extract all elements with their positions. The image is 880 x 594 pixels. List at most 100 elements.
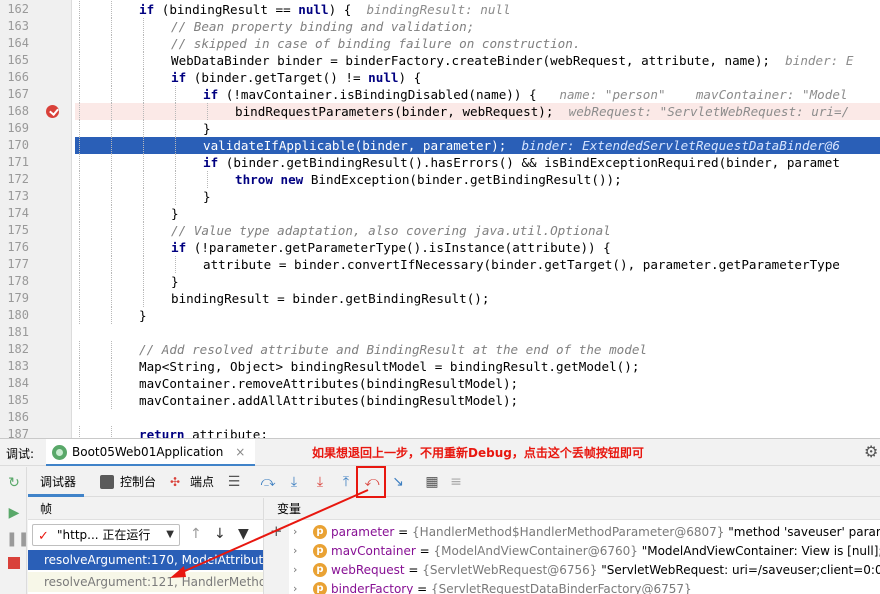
indent-guide bbox=[143, 69, 144, 86]
code-line[interactable]: 179 bindingResult = binder.getBindingResu… bbox=[0, 290, 880, 307]
code-token: } bbox=[139, 308, 147, 323]
code-line[interactable]: 182 // Add resolved attribute and Binding… bbox=[0, 341, 880, 358]
variable-text: webRequest = {ServletWebRequest@6756} "S… bbox=[331, 560, 880, 580]
trace-icon[interactable]: ≡ bbox=[448, 474, 464, 490]
thread-select[interactable]: ✓ "http... 正在运行 ▼ bbox=[32, 524, 180, 546]
indent-guide bbox=[111, 358, 112, 375]
breakpoint-icon[interactable] bbox=[46, 105, 59, 118]
code-line[interactable]: 183 Map<String, Object> bindingResultMode… bbox=[0, 358, 880, 375]
inline-debug-value: binder: ExtendedServletRequestDataBinder… bbox=[521, 138, 840, 153]
variable-type: {ModelAndViewContainer@6760} bbox=[433, 544, 638, 558]
code-line[interactable]: 165 WebDataBinder binder = binderFactory.… bbox=[0, 52, 880, 69]
code-line[interactable]: 175 // Value type adaptation, also coveri… bbox=[0, 222, 880, 239]
code-text: Map<String, Object> bindingResultModel =… bbox=[139, 358, 639, 375]
tab-console-label: 控制台 bbox=[120, 475, 157, 489]
indent-guide bbox=[143, 86, 144, 103]
chevron-right-icon[interactable]: › bbox=[293, 579, 297, 594]
indent-guide bbox=[143, 239, 144, 256]
inline-debug-value: bindingResult: null bbox=[366, 2, 511, 17]
step-out-icon[interactable]: ⤒ bbox=[338, 474, 354, 490]
frame-row[interactable]: resolveArgument:170, ModelAttribute bbox=[28, 550, 263, 570]
indent-guide bbox=[143, 35, 144, 52]
code-line[interactable]: 170 validateIfApplicable(binder, paramete… bbox=[0, 137, 880, 154]
code-token: null bbox=[368, 70, 399, 85]
tab-debugger[interactable]: 调试器 bbox=[28, 467, 84, 497]
code-line[interactable]: 172 throw new BindException(binder.getBin… bbox=[0, 171, 880, 188]
step-into-icon[interactable]: ⤓ bbox=[286, 474, 302, 490]
run-to-cursor-icon[interactable]: ↘ bbox=[390, 474, 406, 490]
indent-guide bbox=[175, 86, 176, 103]
indent-guide bbox=[79, 188, 80, 205]
step-over-icon[interactable]: ⤼ bbox=[260, 474, 276, 490]
indent-guide bbox=[79, 86, 80, 103]
code-line[interactable]: 163 // Bean property binding and validati… bbox=[0, 18, 880, 35]
code-text: } bbox=[203, 120, 211, 137]
code-token: if bbox=[171, 240, 187, 255]
filter-icon[interactable]: ▼ bbox=[238, 526, 249, 542]
code-line[interactable]: 168 bindRequestParameters(binder, webRequ… bbox=[0, 103, 880, 120]
resume-icon[interactable]: ▶ bbox=[6, 505, 22, 521]
stop-icon[interactable] bbox=[8, 557, 20, 569]
variable-row[interactable]: › p parameter = {HandlerMethod$HandlerMeth… bbox=[293, 522, 880, 542]
chevron-right-icon[interactable]: › bbox=[293, 541, 297, 561]
code-line[interactable]: 185 mavContainer.addAllAttributes(binding… bbox=[0, 392, 880, 409]
code-line[interactable]: 167 if (!mavContainer.isBindingDisabled(n… bbox=[0, 86, 880, 103]
indent-guide bbox=[111, 273, 112, 290]
code-token: attribute; bbox=[184, 427, 268, 438]
evaluate-icon[interactable]: ▦ bbox=[424, 474, 440, 490]
code-text: bindRequestParameters(binder, webRequest… bbox=[235, 103, 849, 120]
indent-guide bbox=[111, 256, 112, 273]
code-token: // Bean property binding and validation; bbox=[171, 19, 475, 34]
rerun-icon[interactable]: ↻ bbox=[6, 475, 22, 491]
code-line[interactable]: 176 if (!parameter.getParameterType().isI… bbox=[0, 239, 880, 256]
tab-endpoints[interactable]: ✣ 端点 bbox=[166, 467, 214, 497]
line-number: 172 bbox=[7, 172, 29, 186]
code-line[interactable]: 171 if (binder.getBindingResult().hasErro… bbox=[0, 154, 880, 171]
tab-console[interactable]: 控制台 bbox=[96, 467, 156, 497]
variable-eq: = bbox=[394, 525, 413, 539]
code-token: if bbox=[203, 155, 219, 170]
code-line[interactable]: 162 if (bindingResult == null) { bindingR… bbox=[0, 1, 880, 18]
menu-icon[interactable]: ☰ bbox=[226, 474, 242, 490]
code-line[interactable]: 173} bbox=[0, 188, 880, 205]
add-watch-icon[interactable]: + bbox=[270, 522, 283, 540]
inline-debug-value: name: "person" mavContainer: "Model bbox=[559, 87, 848, 102]
code-token: throw new bbox=[235, 172, 304, 187]
variables-header: 变量 bbox=[265, 498, 880, 520]
code-line[interactable]: 186 bbox=[0, 409, 880, 426]
line-number: 180 bbox=[7, 308, 29, 322]
code-token: Map<String, Object> bindingResultModel =… bbox=[139, 359, 640, 374]
close-icon[interactable]: × bbox=[235, 445, 245, 459]
frame-up-icon[interactable]: ↑ bbox=[190, 526, 202, 542]
code-line[interactable]: 184 mavContainer.removeAttributes(binding… bbox=[0, 375, 880, 392]
frame-down-icon[interactable]: ↓ bbox=[214, 526, 226, 542]
indent-guide bbox=[175, 256, 176, 273]
variable-row[interactable]: › p mavContainer = {ModelAndViewContainer@… bbox=[293, 541, 880, 561]
variable-row[interactable]: › p webRequest = {ServletWebRequest@6756} … bbox=[293, 560, 880, 580]
session-tab[interactable]: Boot05Web01Application × bbox=[46, 439, 256, 466]
indent-guide bbox=[111, 375, 112, 392]
code-line[interactable]: 178} bbox=[0, 273, 880, 290]
code-line[interactable]: 177 attribute = binder.convertIfNecessary… bbox=[0, 256, 880, 273]
indent-guide bbox=[143, 205, 144, 222]
code-line[interactable]: 166 if (binder.getTarget() != null) { bbox=[0, 69, 880, 86]
code-line[interactable]: 180} bbox=[0, 307, 880, 324]
frame-row[interactable]: resolveArgument:121, HandlerMethodA bbox=[28, 572, 263, 592]
code-line[interactable]: 174} bbox=[0, 205, 880, 222]
gear-icon[interactable]: ⚙ bbox=[864, 442, 878, 461]
code-editor[interactable]: 162 if (bindingResult == null) { bindingR… bbox=[0, 0, 880, 438]
indent-guide bbox=[143, 52, 144, 69]
variable-type: {ServletRequestDataBinderFactory@6757} bbox=[431, 582, 692, 594]
code-line[interactable]: 187 return attribute; bbox=[0, 426, 880, 438]
line-number: 177 bbox=[7, 257, 29, 271]
pause-icon[interactable]: ❚❚ bbox=[6, 531, 29, 547]
code-text: } bbox=[171, 205, 179, 222]
chevron-right-icon[interactable]: › bbox=[293, 522, 297, 542]
indent-guide bbox=[143, 171, 144, 188]
code-line[interactable]: 164 // skipped in case of binding failure… bbox=[0, 35, 880, 52]
code-line[interactable]: 181 bbox=[0, 324, 880, 341]
code-line[interactable]: 169} bbox=[0, 120, 880, 137]
chevron-right-icon[interactable]: › bbox=[293, 560, 297, 580]
force-step-into-icon[interactable]: ⤓ bbox=[312, 474, 328, 490]
variable-row[interactable]: › p binderFactory = {ServletRequestDataBin… bbox=[293, 579, 880, 594]
